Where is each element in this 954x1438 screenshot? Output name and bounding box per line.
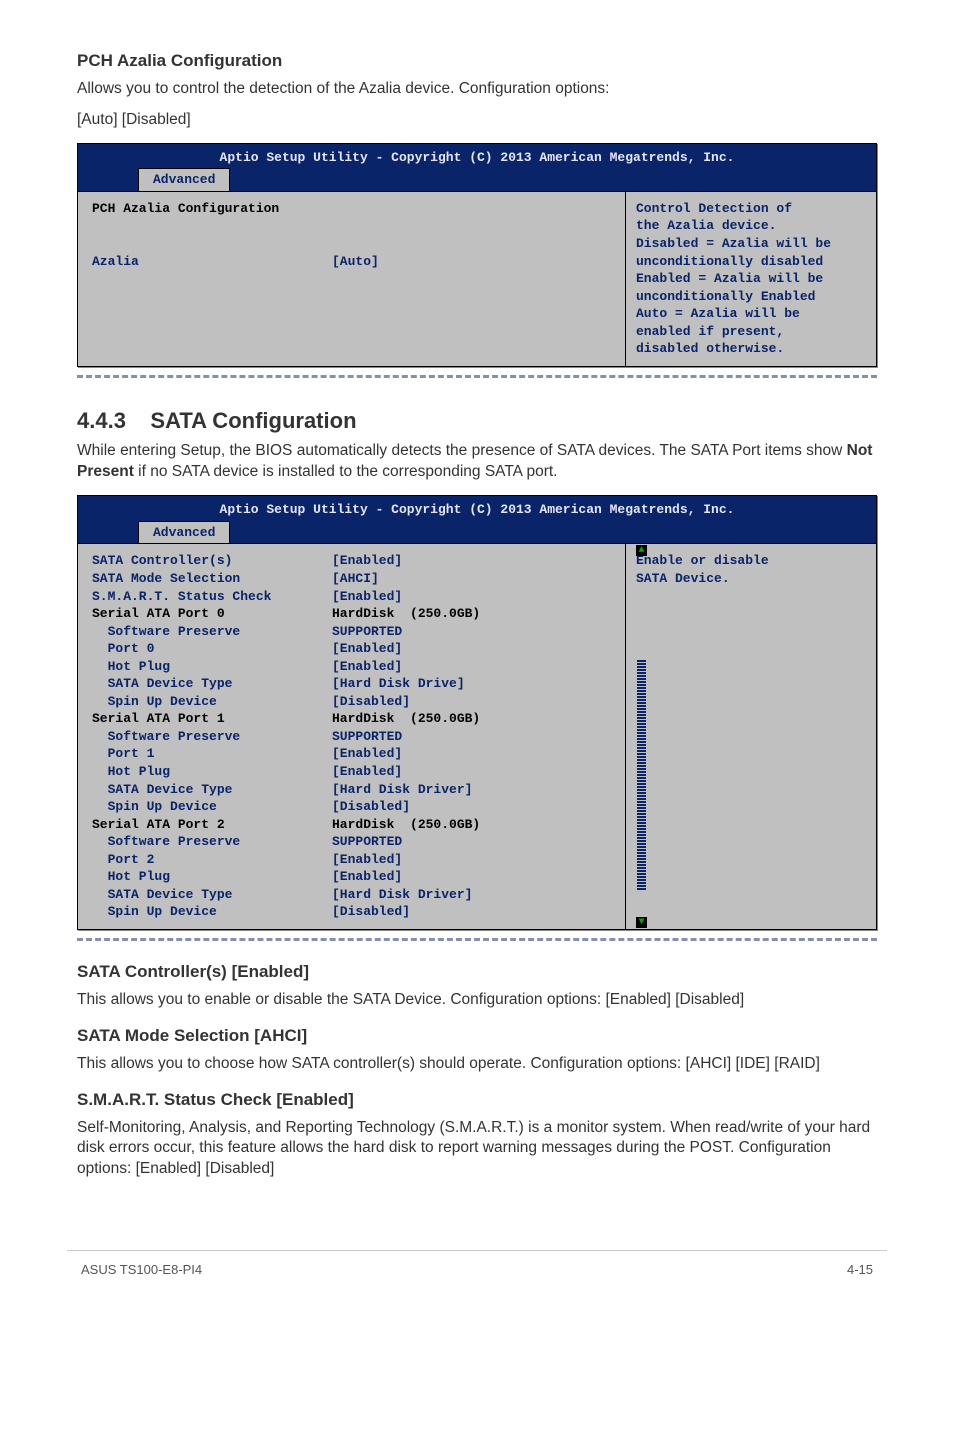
bios1-tab[interactable]: Advanced <box>138 168 230 191</box>
bios1-header: Aptio Setup Utility - Copyright (C) 2013… <box>78 144 876 167</box>
pch-title: PCH Azalia Configuration <box>77 50 877 73</box>
bios1-left: PCH Azalia Configuration Azalia[Auto] <box>78 192 625 366</box>
bios2-help: Enable or disable SATA Device. <box>625 544 876 928</box>
bios2-row-label[interactable]: S.M.A.R.T. Status Check <box>92 588 332 606</box>
bios2-header: Aptio Setup Utility - Copyright (C) 2013… <box>78 496 876 519</box>
bios2-row-value: [Enabled] <box>332 640 402 658</box>
bios2-row-value: [Hard Disk Driver] <box>332 886 472 904</box>
scroll-down-icon[interactable]: ▼ <box>636 917 647 928</box>
bios1-help: Control Detection of the Azalia device. … <box>625 192 876 366</box>
bios2-row-label[interactable]: Spin Up Device <box>92 798 332 816</box>
bios2-row-value: SUPPORTED <box>332 833 402 851</box>
bios2-row-label[interactable]: Spin Up Device <box>92 903 332 921</box>
bios2-row-value: [Enabled] <box>332 588 402 606</box>
bios2-row-value: SUPPORTED <box>332 623 402 641</box>
bios2-row-label[interactable]: SATA Device Type <box>92 781 332 799</box>
bios2-row-value: [Disabled] <box>332 903 410 921</box>
page-footer: ASUS TS100-E8-PI4 4-15 <box>67 1250 887 1309</box>
bios2-row-value: [Hard Disk Driver] <box>332 781 472 799</box>
footer-right: 4-15 <box>847 1261 873 1279</box>
mode-title: SATA Mode Selection [AHCI] <box>77 1025 877 1048</box>
divider <box>77 938 877 941</box>
bios1-row1-value[interactable]: [Auto] <box>332 253 379 271</box>
scroll-up-icon[interactable]: ▲ <box>636 545 647 556</box>
mode-desc: This allows you to choose how SATA contr… <box>77 1054 877 1075</box>
bios2-row-label[interactable]: Serial ATA Port 1 <box>92 710 332 728</box>
bios2-row-value: [Disabled] <box>332 693 410 711</box>
smart-desc: Self-Monitoring, Analysis, and Reporting… <box>77 1118 877 1181</box>
bios2-row-value: [Enabled] <box>332 745 402 763</box>
section-heading: 4.4.3 SATA Configuration <box>77 406 877 436</box>
bios2-row-value: [Enabled] <box>332 763 402 781</box>
bios2-row-value: [Hard Disk Drive] <box>332 675 465 693</box>
bios2-tab[interactable]: Advanced <box>138 521 230 544</box>
bios2-row-label[interactable]: Serial ATA Port 2 <box>92 816 332 834</box>
bios2-row-label[interactable]: SATA Mode Selection <box>92 570 332 588</box>
bios2-row-value: SUPPORTED <box>332 728 402 746</box>
bios-panel-2: Aptio Setup Utility - Copyright (C) 2013… <box>77 495 877 930</box>
footer-left: ASUS TS100-E8-PI4 <box>81 1261 202 1279</box>
bios2-row-label[interactable]: Port 1 <box>92 745 332 763</box>
bios2-row-value: HardDisk (250.0GB) <box>332 710 480 728</box>
bios1-left-title: PCH Azalia Configuration <box>92 200 332 218</box>
bios2-row-label[interactable]: Software Preserve <box>92 623 332 641</box>
bios1-row1-label[interactable]: Azalia <box>92 253 332 271</box>
smart-title: S.M.A.R.T. Status Check [Enabled] <box>77 1089 877 1112</box>
bios2-row-value: [AHCI] <box>332 570 379 588</box>
bios2-row-value: [Enabled] <box>332 851 402 869</box>
bios2-row-label[interactable]: Port 2 <box>92 851 332 869</box>
bios2-row-label[interactable]: SATA Device Type <box>92 886 332 904</box>
pch-desc2: [Auto] [Disabled] <box>77 110 877 131</box>
bios2-row-label[interactable]: Hot Plug <box>92 763 332 781</box>
bios2-row-label[interactable]: Serial ATA Port 0 <box>92 605 332 623</box>
bios2-row-value: [Enabled] <box>332 868 402 886</box>
bios2-row-label[interactable]: Spin Up Device <box>92 693 332 711</box>
bios2-left: SATA Controller(s)[Enabled]SATA Mode Sel… <box>78 544 625 928</box>
bios2-row-label[interactable]: Software Preserve <box>92 728 332 746</box>
bios2-row-label[interactable]: Hot Plug <box>92 868 332 886</box>
bios2-row-label[interactable]: SATA Device Type <box>92 675 332 693</box>
bios2-row-value: HardDisk (250.0GB) <box>332 816 480 834</box>
divider <box>77 375 877 378</box>
bios2-row-value: [Disabled] <box>332 798 410 816</box>
bios2-row-value: HardDisk (250.0GB) <box>332 605 480 623</box>
bios2-row-label[interactable]: Hot Plug <box>92 658 332 676</box>
pch-desc1: Allows you to control the detection of t… <box>77 79 877 100</box>
ctrl-title: SATA Controller(s) [Enabled] <box>77 961 877 984</box>
bios2-row-value: [Enabled] <box>332 658 402 676</box>
bios2-row-label[interactable]: Software Preserve <box>92 833 332 851</box>
bios2-row-label[interactable]: SATA Controller(s) <box>92 552 332 570</box>
ctrl-desc: This allows you to enable or disable the… <box>77 990 877 1011</box>
sata-intro: While entering Setup, the BIOS automatic… <box>77 441 877 483</box>
bios2-row-value: [Enabled] <box>332 552 402 570</box>
scrollbar[interactable] <box>637 660 646 891</box>
bios-panel-1: Aptio Setup Utility - Copyright (C) 2013… <box>77 143 877 367</box>
bios2-row-label[interactable]: Port 0 <box>92 640 332 658</box>
